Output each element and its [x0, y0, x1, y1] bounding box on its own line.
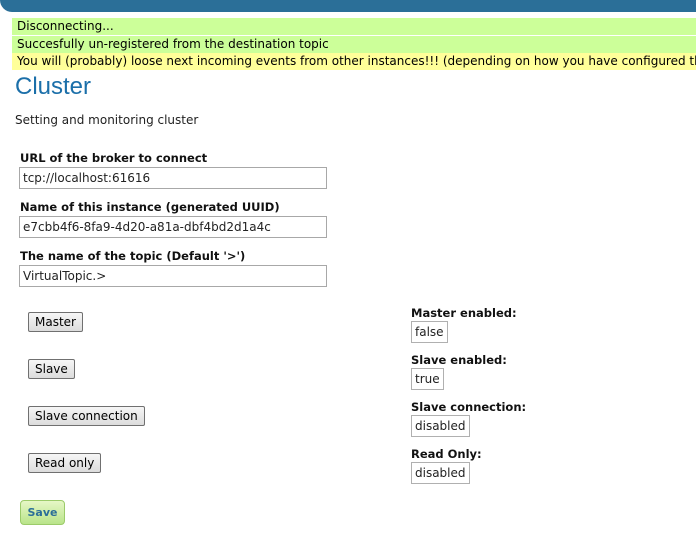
master-enabled-label: Master enabled:	[411, 306, 517, 320]
info-message-unregistered: Succesfully un-registered from the desti…	[12, 36, 696, 53]
instance-name-label: Name of this instance (generated UUID)	[20, 200, 280, 214]
topic-name-label: The name of the topic (Default '>')	[20, 249, 246, 263]
broker-url-input[interactable]	[19, 167, 327, 189]
page-subtitle: Setting and monitoring cluster	[15, 113, 199, 127]
slave-connection-label: Slave connection:	[411, 400, 527, 414]
read-only-value: disabled	[411, 462, 470, 484]
slave-connection-value: disabled	[411, 415, 470, 437]
warning-message-events: You will (probably) loose next incoming …	[12, 53, 696, 70]
slave-button[interactable]: Slave	[28, 359, 75, 379]
master-enabled-value: false	[411, 321, 448, 343]
slave-connection-button[interactable]: Slave connection	[28, 406, 145, 426]
read-only-label: Read Only:	[411, 447, 482, 461]
instance-name-input[interactable]	[19, 216, 327, 238]
header-bar	[0, 0, 696, 12]
slave-enabled-value: true	[411, 368, 444, 390]
topic-name-input[interactable]	[19, 265, 327, 287]
save-button[interactable]: Save	[20, 500, 65, 525]
page-title: Cluster	[15, 73, 92, 100]
broker-url-label: URL of the broker to connect	[20, 151, 208, 165]
info-message-disconnecting: Disconnecting...	[12, 18, 696, 35]
master-button[interactable]: Master	[28, 312, 83, 332]
read-only-button[interactable]: Read only	[28, 453, 102, 473]
slave-enabled-label: Slave enabled:	[411, 353, 507, 367]
